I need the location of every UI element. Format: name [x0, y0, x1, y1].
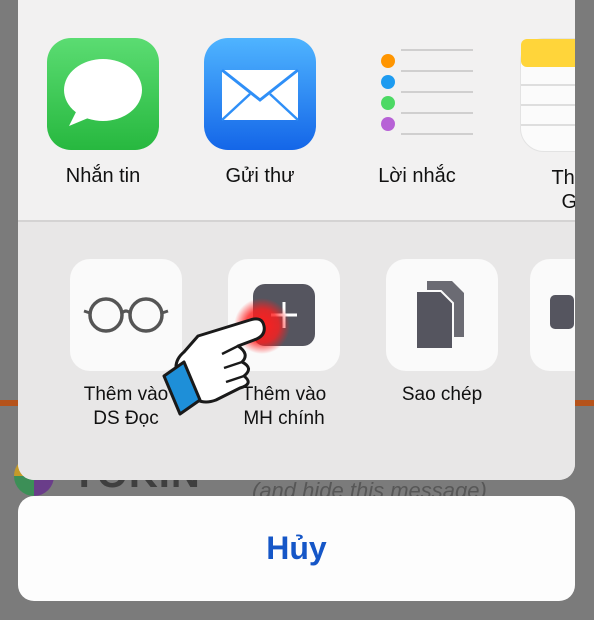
share-app-label: Nhắn tin	[65, 165, 141, 187]
notes-icon	[520, 38, 575, 152]
copy-icon	[386, 259, 498, 371]
mail-icon	[204, 38, 316, 150]
action-more[interactable]	[530, 259, 575, 383]
share-app-messages[interactable]: Nhắn tin	[38, 38, 168, 188]
share-apps-row: Nhắn tin Gửi thư Lời nhắc Th G	[18, 0, 575, 222]
pointing-hand-icon	[162, 298, 290, 416]
share-app-mail[interactable]: Gửi thư	[195, 38, 325, 188]
action-copy[interactable]: Sao chép	[372, 259, 512, 407]
more-action-icon	[530, 259, 575, 371]
cancel-button-label: Hủy	[266, 530, 327, 566]
share-app-label: Thêm Ghi	[551, 167, 575, 213]
share-app-label: Gửi thư	[225, 165, 295, 187]
cancel-button[interactable]: Hủy	[18, 496, 575, 601]
share-app-notes[interactable]: Thêm Ghi	[512, 38, 575, 214]
action-label: Sao chép	[401, 384, 483, 405]
share-app-reminders[interactable]: Lời nhắc	[352, 38, 482, 188]
reminders-icon	[361, 38, 477, 150]
messages-icon	[47, 38, 159, 150]
share-app-label: Lời nhắc	[378, 165, 456, 187]
